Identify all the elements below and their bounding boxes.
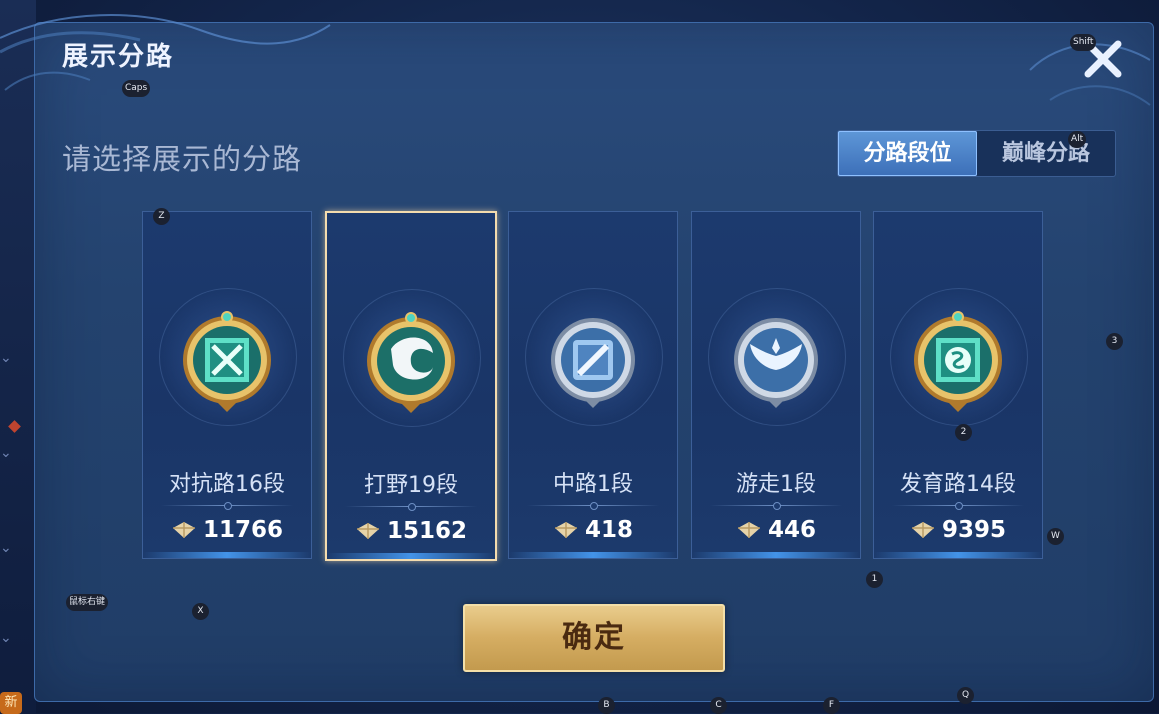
card-divider-dot	[773, 502, 781, 510]
key-hint-right-mouse: 鼠标右键	[66, 594, 109, 611]
lane-score: 446	[692, 517, 860, 543]
dialog-title: 展示分路	[62, 42, 175, 72]
card-divider-dot	[224, 502, 232, 510]
card-divider-dot	[955, 502, 963, 510]
lane-score: 9395	[874, 517, 1042, 543]
lane-score: 15162	[327, 518, 495, 544]
wings-emblem-icon	[734, 318, 818, 408]
chevron-down-icon: ⌄	[0, 540, 12, 556]
rank-gem-icon	[737, 522, 760, 538]
lane-score-value: 446	[767, 517, 816, 543]
lane-score: 11766	[143, 517, 311, 543]
card-divider-dot	[408, 503, 416, 511]
rank-gem-icon	[911, 522, 934, 538]
lane-score: 418	[509, 517, 677, 543]
key-hint-2: 2	[955, 424, 972, 441]
key-hint-3: 3	[1106, 333, 1123, 350]
rank-gem-icon	[554, 522, 577, 538]
lane-card-roam[interactable]: 游走1段 446	[691, 211, 861, 559]
key-hint-x: X	[192, 603, 209, 620]
lane-card-top[interactable]: 对抗路16段 11766	[142, 211, 312, 559]
tab-lane-rank[interactable]: 分路段位	[838, 131, 977, 176]
key-hint-caps: Caps	[122, 80, 151, 97]
chevron-down-icon: ⌄	[0, 630, 12, 646]
lane-score-value: 418	[584, 517, 633, 543]
chevron-down-icon: ⌄	[0, 350, 12, 366]
lane-score-value: 11766	[202, 517, 284, 543]
lane-label: 发育路14段	[900, 472, 1016, 497]
notification-diamond-icon	[8, 420, 21, 433]
lane-card-mid[interactable]: 中路1段 418	[508, 211, 678, 559]
background-left-strip: ⌄ ⌄ ⌄ ⌄ 新	[0, 0, 36, 714]
key-hint-z: Z	[153, 208, 170, 225]
key-hint-1: 1	[866, 571, 883, 588]
dialog-subtitle: 请选择展示的分路	[62, 142, 303, 176]
lane-score-value: 15162	[386, 518, 468, 544]
chevron-down-icon: ⌄	[0, 445, 12, 461]
lane-label: 对抗路16段	[169, 472, 285, 497]
key-hint-b: B	[598, 697, 615, 714]
card-divider-dot	[590, 502, 598, 510]
mid-lane-emblem-icon	[551, 318, 635, 408]
key-hint-w: W	[1047, 528, 1064, 545]
rank-gem-icon	[172, 522, 195, 538]
crossed-swords-emblem-icon	[183, 311, 271, 412]
rank-gem-icon	[356, 523, 379, 539]
dragon-emblem-icon	[367, 312, 455, 413]
key-hint-f: F	[823, 697, 840, 714]
confirm-button[interactable]: 确定	[463, 604, 725, 672]
key-hint-alt: Alt	[1068, 131, 1087, 148]
key-hint-shift: Shift	[1070, 34, 1097, 51]
lane-label: 打野19段	[364, 473, 458, 498]
lane-card-jungle[interactable]: 打野19段 15162	[325, 211, 497, 561]
marksman-emblem-icon	[914, 311, 1002, 412]
lane-label: 中路1段	[553, 472, 633, 497]
lane-card-bot[interactable]: 发育路14段 9395	[873, 211, 1043, 559]
key-hint-q: Q	[957, 687, 974, 704]
tab-peak-lane[interactable]: 巅峰分路	[977, 131, 1115, 176]
new-badge-icon: 新	[0, 692, 22, 714]
lane-label: 游走1段	[736, 472, 816, 497]
lane-score-value: 9395	[941, 517, 1006, 543]
key-hint-c: C	[710, 697, 727, 714]
